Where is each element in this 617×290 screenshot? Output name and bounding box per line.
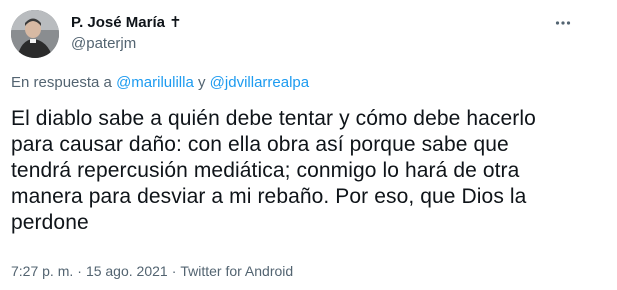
more-options-button[interactable] (552, 12, 574, 34)
mention-link-1[interactable]: @marilulilla (116, 74, 194, 91)
avatar[interactable] (11, 10, 59, 58)
reply-context: En respuesta a @marilulilla y @jdvillarr… (11, 74, 309, 92)
cross-badge-icon: ✝ (169, 14, 182, 31)
author-name[interactable]: P. José María (71, 14, 165, 31)
tweet-text: El diablo sabe a quién debe tentar y cóm… (11, 107, 536, 234)
author-name-row[interactable]: P. José María ✝ (71, 14, 182, 32)
meta-separator-2: · (171, 263, 177, 279)
meta-separator-1: · (77, 263, 82, 279)
mention-link-2[interactable]: @jdvillarrealpa (210, 74, 309, 91)
reply-conjunction: y (198, 74, 206, 91)
tweet-source[interactable]: Twitter for Android (180, 263, 293, 279)
tweet-meta: 7:27 p. m. · 15 ago. 2021 · Twitter for Andr… (11, 262, 293, 280)
author-handle[interactable]: @paterjm (71, 35, 182, 53)
tweet-date[interactable]: 15 ago. 2021 (86, 263, 168, 279)
profile-photo (11, 10, 59, 58)
ellipsis-horizontal-icon (555, 21, 571, 25)
author-block: P. José María ✝ @paterjm (71, 14, 182, 53)
tweet-time[interactable]: 7:27 p. m. (11, 263, 73, 279)
reply-prefix: En respuesta a (11, 74, 112, 91)
